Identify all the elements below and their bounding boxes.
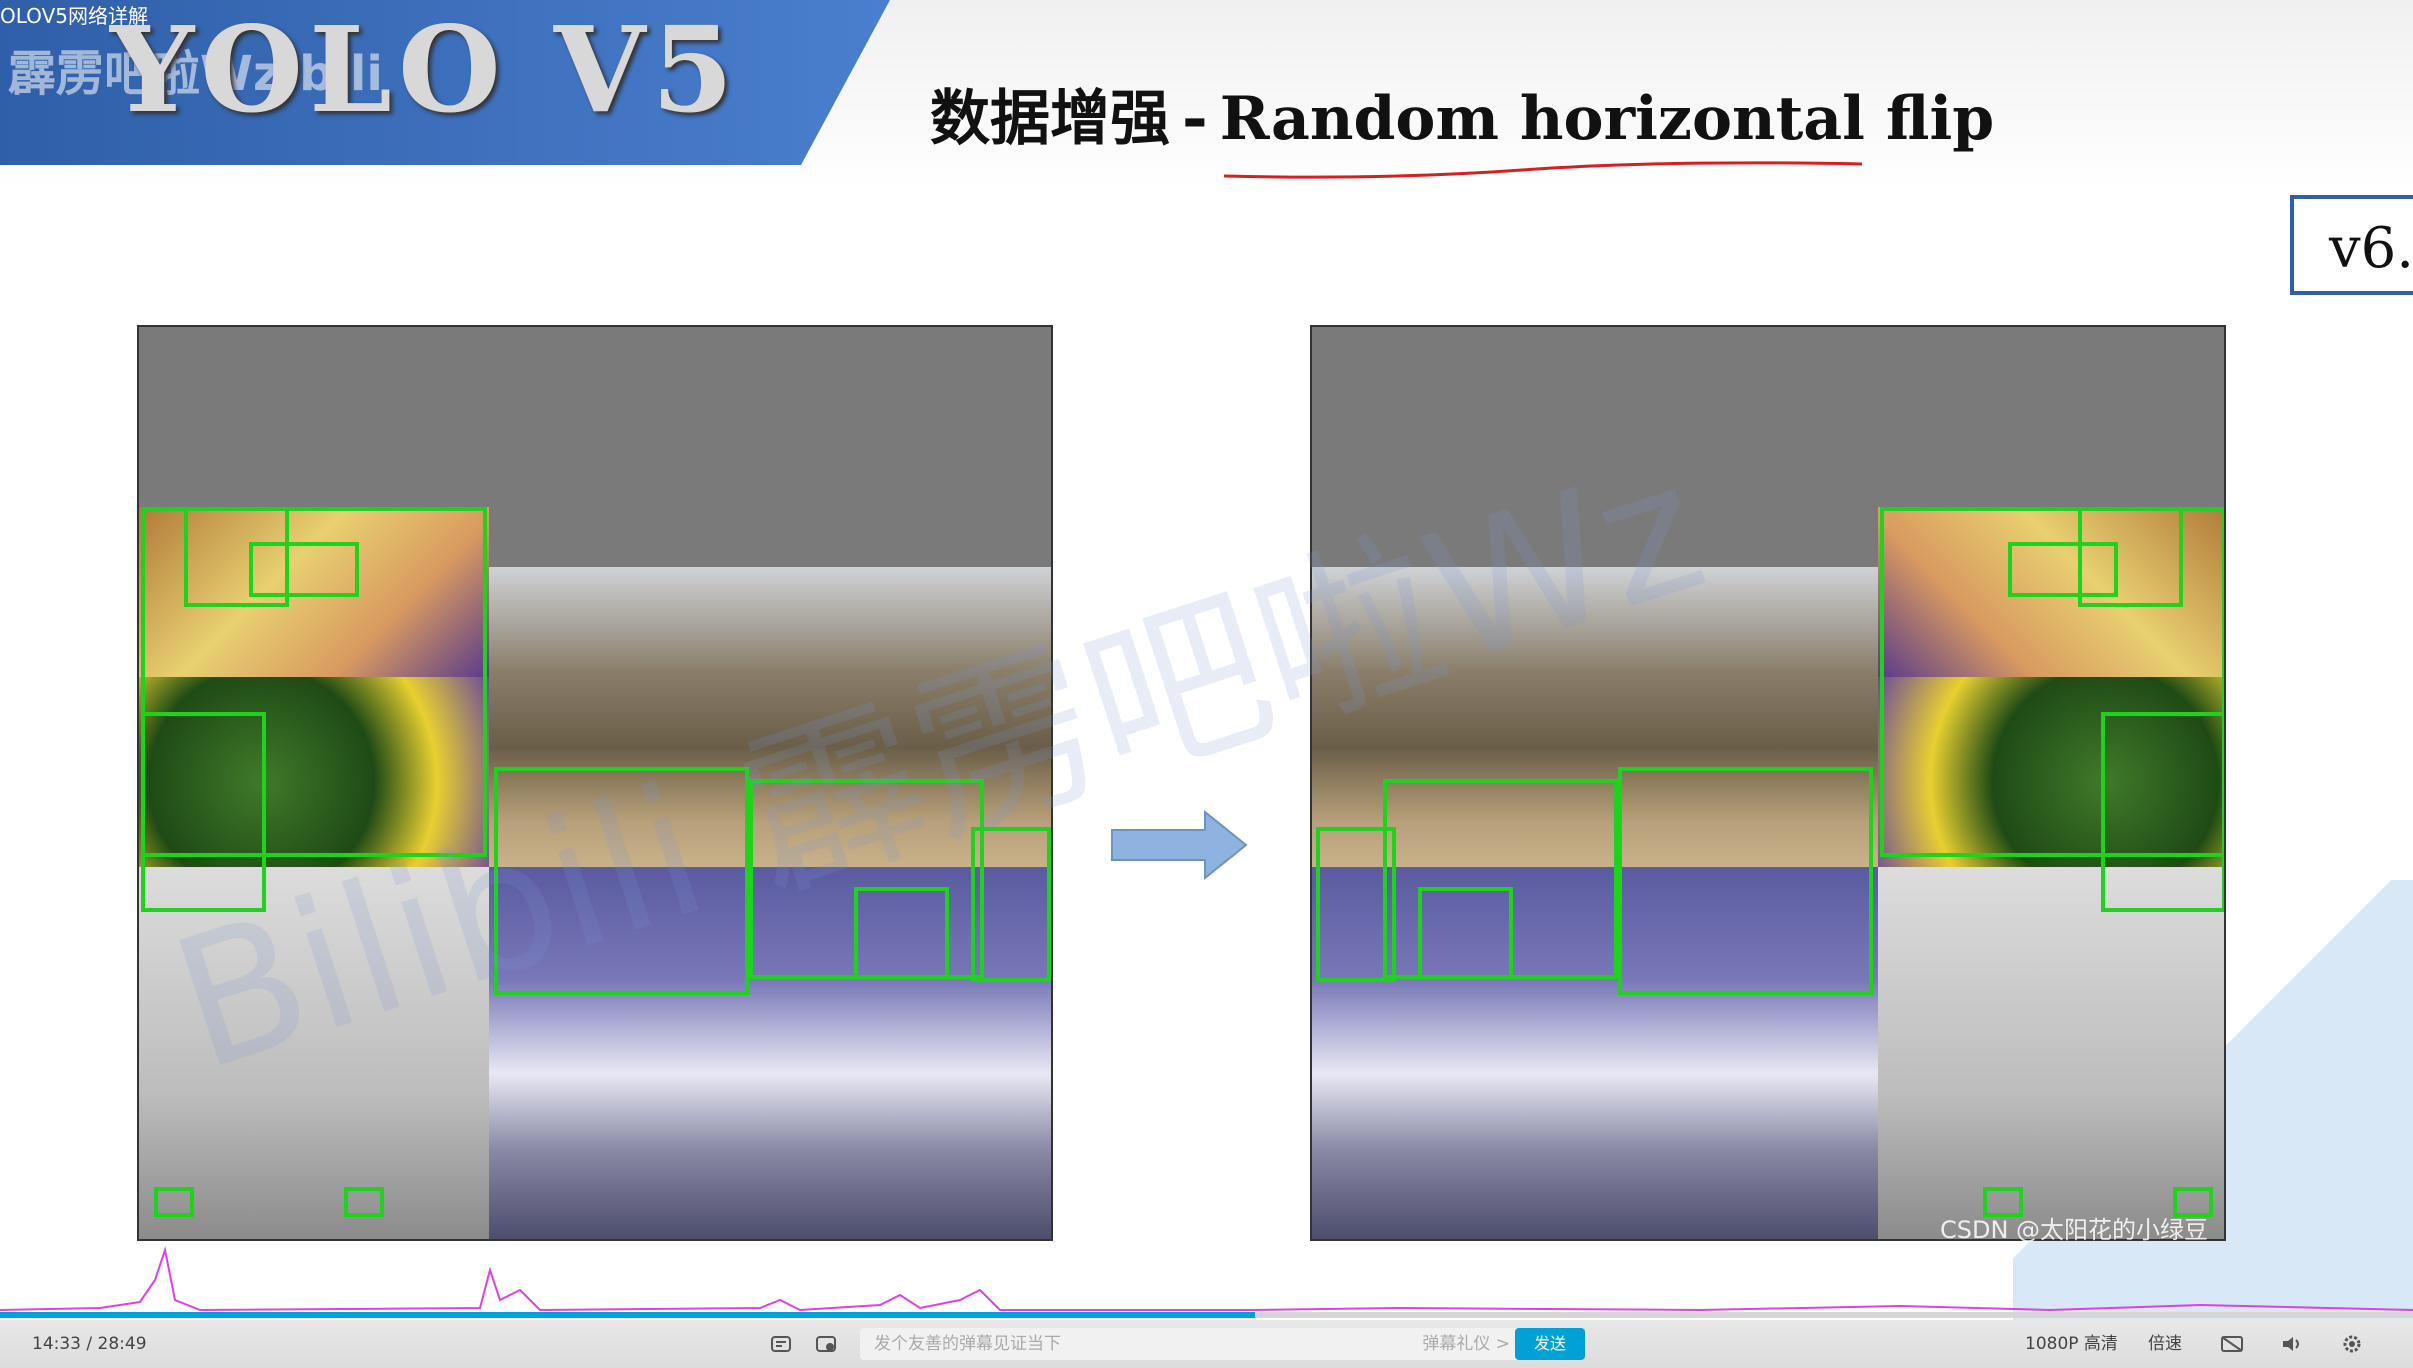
time-total: 28:49 [97,1334,147,1354]
quality-selector[interactable]: 1080P 高清 [2025,1320,2118,1368]
player-control-bar: 14:33 / 28:49 发个友善的弹幕见证当下 弹幕礼仪 > 发送 1080… [0,1320,2413,1368]
version-badge: v6. [2290,195,2413,295]
bbox-elephant-1 [1618,767,1873,995]
danmaku-toggle-icon[interactable] [770,1334,794,1354]
bbox-orange-2 [2008,542,2118,597]
time-current: 14:33 [32,1334,81,1354]
danmaku-input[interactable]: 发个友善的弹幕见证当下 弹幕礼仪 > [860,1328,1524,1360]
danmaku-placeholder: 发个友善的弹幕见证当下 [874,1334,1061,1354]
title-chinese: 数据增强 [930,84,1170,154]
speed-selector[interactable]: 倍速 [2148,1320,2182,1368]
progress-fill[interactable] [0,1312,1255,1318]
bbox-cup-1 [154,1187,194,1217]
time-display: 14:33 / 28:49 [32,1320,147,1368]
tile-kitchen [1878,867,2224,1239]
settings-icon[interactable] [2340,1334,2364,1354]
danmaku-etiquette-link[interactable]: 弹幕礼仪 > [1422,1328,1510,1360]
send-button[interactable]: 发送 [1515,1328,1585,1360]
subtitle-icon[interactable] [2220,1334,2244,1354]
slide-title: 数据增强 - Random horizontal flip [930,70,1994,157]
danmaku-density-waveform [0,1246,2413,1312]
red-underline [1223,161,1863,179]
bbox-cup-2 [344,1187,384,1217]
title-separator: - [1182,81,1208,154]
bbox-elephant-calf [1418,887,1513,979]
slide: 霹雳吧啦Wz·bili YOLO V5 OLOV5网络详解 数据增强 - Rando… [0,0,2413,1320]
danmaku-settings-icon[interactable] [815,1334,839,1354]
yolo-logo: YOLO V5 [110,0,740,139]
bbox-broccoli [2101,712,2224,912]
time-separator: / [86,1334,93,1354]
bbox-elephant-3 [1316,827,1396,982]
bbox-orange-2 [249,542,359,597]
title-english: Random horizontal flip [1219,84,1995,154]
video-title: OLOV5网络详解 [0,4,148,28]
volume-icon[interactable] [2280,1334,2304,1354]
